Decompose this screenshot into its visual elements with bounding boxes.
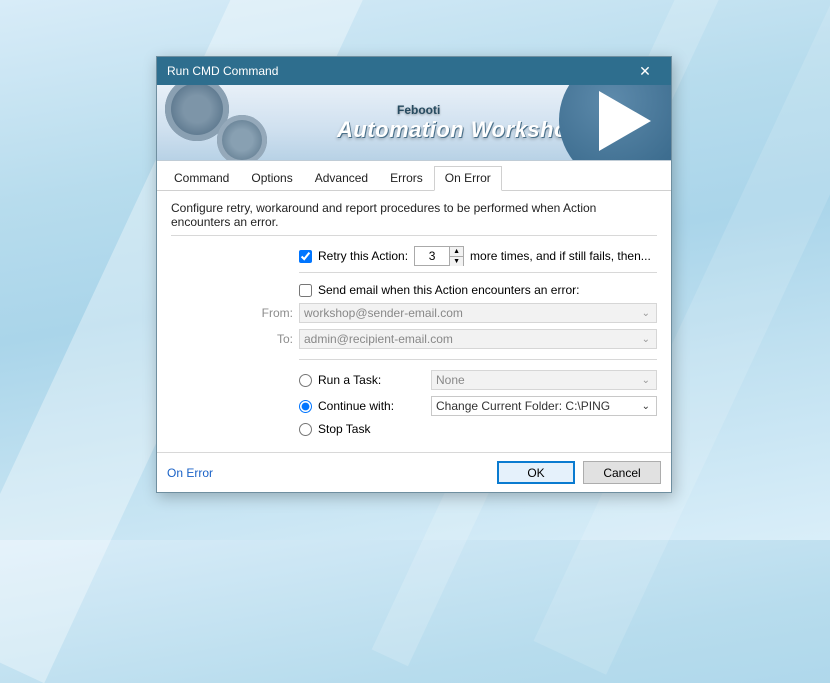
tab-options[interactable]: Options (240, 166, 303, 191)
cancel-button[interactable]: Cancel (583, 461, 661, 484)
retry-count-stepper[interactable]: ▲ ▼ (414, 246, 464, 266)
stop-task-radio[interactable] (299, 423, 312, 436)
stop-task-row: Stop Task (299, 422, 657, 436)
divider (171, 235, 657, 236)
to-value: admin@recipient-email.com (304, 332, 640, 346)
send-email-label: Send email when this Action encounters a… (318, 283, 579, 297)
titlebar: Run CMD Command ✕ (157, 57, 671, 85)
gear-icon (217, 115, 267, 161)
continue-with-combo[interactable]: Change Current Folder: C:\PING ⌄ (431, 396, 657, 416)
run-task-radio[interactable] (299, 374, 312, 387)
chevron-down-icon: ⌄ (640, 308, 652, 319)
dialog-footer: On Error OK Cancel (157, 452, 671, 492)
close-button[interactable]: ✕ (625, 60, 665, 82)
continue-with-label: Continue with: (318, 399, 431, 413)
run-task-row: Run a Task: None ⌄ (299, 370, 657, 390)
tab-on-error[interactable]: On Error (434, 166, 502, 191)
tab-strip: Command Options Advanced Errors On Error (157, 161, 671, 191)
brand-big: Automation Workshop (337, 117, 582, 143)
run-task-combo[interactable]: None ⌄ (431, 370, 657, 390)
from-value: workshop@sender-email.com (304, 306, 640, 320)
retry-count-input[interactable] (415, 247, 449, 265)
retry-checkbox[interactable] (299, 250, 312, 263)
brand: Febooti Automation Workshop (337, 103, 582, 143)
email-checkbox-row: Send email when this Action encounters a… (299, 283, 657, 297)
divider (299, 272, 657, 273)
window-title: Run CMD Command (167, 64, 625, 78)
continue-with-value: Change Current Folder: C:\PING (436, 399, 640, 413)
banner: Febooti Automation Workshop (157, 85, 671, 161)
continue-with-row: Continue with: Change Current Folder: C:… (299, 396, 657, 416)
chevron-down-icon: ⌄ (640, 401, 652, 412)
ok-label: OK (527, 466, 544, 480)
play-icon (599, 91, 651, 151)
send-email-checkbox[interactable] (299, 284, 312, 297)
email-from-row: From: workshop@sender-email.com ⌄ (171, 303, 657, 323)
ok-button[interactable]: OK (497, 461, 575, 484)
description-text: Configure retry, workaround and report p… (171, 201, 657, 229)
close-icon: ✕ (639, 63, 651, 80)
to-field[interactable]: admin@recipient-email.com ⌄ (299, 329, 657, 349)
run-task-value: None (436, 373, 640, 387)
stop-task-label: Stop Task (318, 422, 434, 436)
tab-advanced[interactable]: Advanced (304, 166, 379, 191)
divider (299, 359, 657, 360)
email-to-row: To: admin@recipient-email.com ⌄ (171, 329, 657, 349)
from-field[interactable]: workshop@sender-email.com ⌄ (299, 303, 657, 323)
spinner-down-icon[interactable]: ▼ (450, 257, 463, 266)
run-task-label: Run a Task: (318, 373, 431, 387)
continue-with-radio[interactable] (299, 400, 312, 413)
chevron-down-icon: ⌄ (640, 334, 652, 345)
play-disc-icon (559, 85, 671, 161)
to-label: To: (171, 332, 299, 346)
retry-row: Retry this Action: ▲ ▼ more times, and i… (299, 246, 657, 266)
chevron-down-icon: ⌄ (640, 375, 652, 386)
spinner-up-icon[interactable]: ▲ (450, 247, 463, 257)
from-label: From: (171, 306, 299, 320)
dialog-run-cmd-command: Run CMD Command ✕ Febooti Automation Wor… (156, 56, 672, 493)
retry-label: Retry this Action: (318, 249, 408, 263)
tab-content: Configure retry, workaround and report p… (157, 191, 671, 452)
retry-suffix: more times, and if still fails, then... (470, 249, 651, 263)
tab-command[interactable]: Command (163, 166, 240, 191)
help-link[interactable]: On Error (167, 466, 489, 480)
brand-small: Febooti (397, 103, 582, 117)
cancel-label: Cancel (603, 466, 640, 480)
tab-errors[interactable]: Errors (379, 166, 434, 191)
